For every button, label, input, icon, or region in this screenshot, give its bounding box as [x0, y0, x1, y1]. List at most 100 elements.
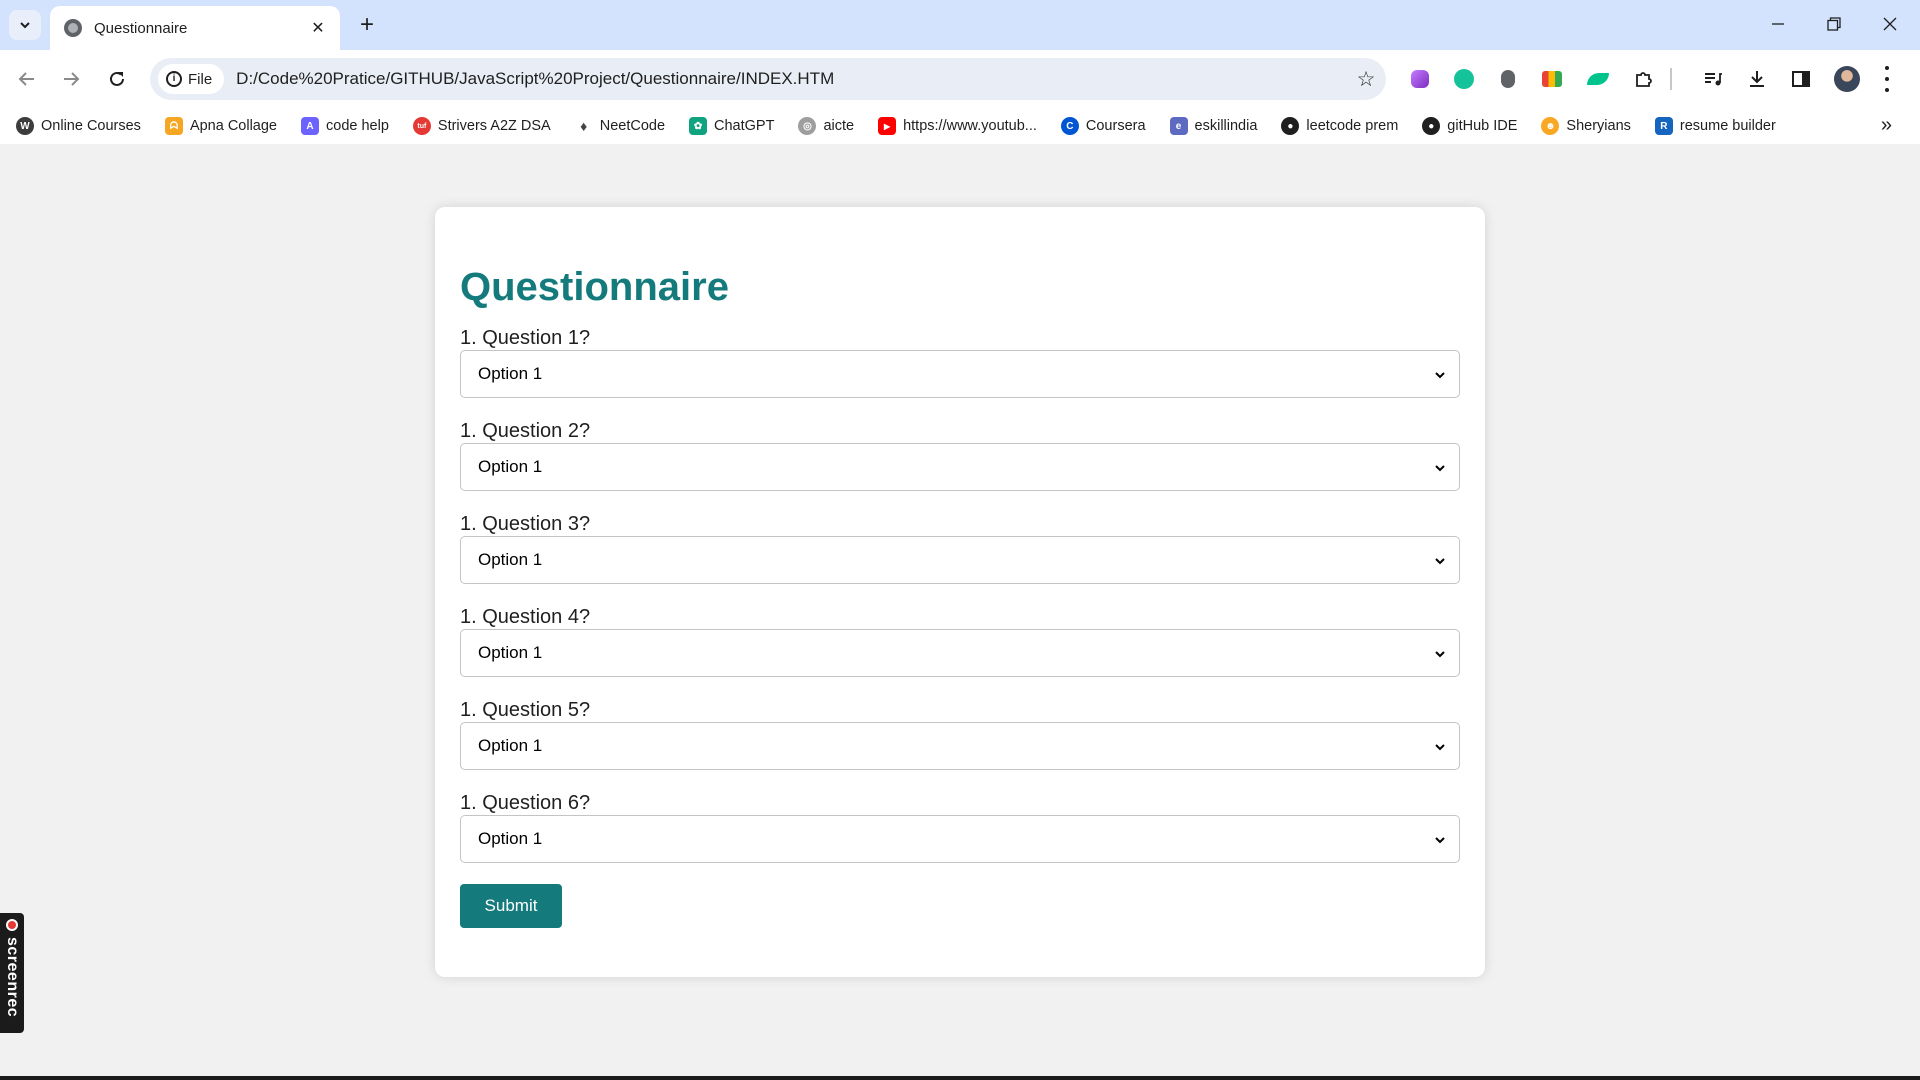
screenrec-widget[interactable]: screenrec	[0, 913, 24, 1033]
bookmark-chatgpt[interactable]: ✿ ChatGPT	[689, 117, 774, 135]
chevron-down-icon	[1435, 558, 1445, 565]
chevron-down-icon	[1435, 744, 1445, 751]
chevron-down-icon	[1435, 465, 1445, 472]
bookmark-coursera[interactable]: C Coursera	[1060, 117, 1146, 135]
reload-button[interactable]	[102, 64, 132, 94]
bookmark-star-icon[interactable]: ☆	[1346, 67, 1386, 92]
chevron-down-icon	[1435, 837, 1445, 844]
resume-icon: R	[1654, 117, 1673, 135]
url-text[interactable]: D:/Code%20Pratice/GITHUB/JavaScript%20Pr…	[236, 69, 1346, 89]
chevron-down-icon	[20, 22, 30, 29]
bookmark-label: leetcode prem	[1306, 118, 1399, 134]
bookmark-label: Coursera	[1085, 118, 1146, 134]
bookmark-code-help[interactable]: Acode help	[301, 117, 389, 135]
apna-icon: ᗣ	[164, 117, 183, 135]
download-icon[interactable]	[1746, 68, 1768, 90]
bookmark-aicte[interactable]: ◎ aicte	[798, 117, 854, 135]
bookmarks-bar: W Online Courses ᗣ Apna Collage Acode help…	[0, 108, 1920, 144]
bookmark-label: NeetCode	[599, 118, 666, 134]
bookmark-eskillindia[interactable]: e eskillindia	[1169, 117, 1258, 135]
bookmark-leetcode-prem[interactable]: ● leetcode prem	[1281, 117, 1398, 135]
question-block: 1. Question 5? Option 1	[460, 698, 1460, 770]
extension-purple-icon[interactable]	[1409, 68, 1431, 90]
bookmark-label: gitHub IDE	[1447, 118, 1518, 134]
back-button[interactable]	[12, 64, 42, 94]
question-block: 1. Question 3? Option 1	[460, 512, 1460, 584]
bookmark-sheryians[interactable]: ☻ Sheryians	[1541, 117, 1631, 135]
grammarly-icon[interactable]	[1453, 68, 1475, 90]
question-label: 1. Question 5?	[460, 699, 591, 721]
questionnaire-card: Questionnaire 1. Question 1? Option 1 1.…	[435, 207, 1485, 977]
profile-avatar[interactable]	[1834, 66, 1860, 92]
question-block: 1. Question 2? Option 1	[460, 419, 1460, 491]
bookmark-github-ide[interactable]: ● gitHub IDE	[1422, 117, 1517, 135]
bookmark-resume-builder[interactable]: Rresume builder	[1654, 117, 1776, 135]
info-icon: i	[166, 71, 182, 87]
coursera-icon: C	[1060, 117, 1079, 135]
bookmark-label: Sheryians	[1566, 118, 1631, 134]
restore-icon	[1827, 17, 1841, 31]
page-viewport: Questionnaire 1. Question 1? Option 1 1.…	[0, 144, 1920, 1076]
rocket-icon: ♦	[574, 117, 593, 135]
bookmark-strivers[interactable]: tuf Strivers A2Z DSA	[412, 117, 551, 135]
wordpress-icon: W	[16, 117, 34, 135]
bookmark-apna-collage[interactable]: ᗣ Apna Collage	[164, 117, 278, 135]
restore-button[interactable]	[1814, 8, 1854, 40]
bookmark-label: Apna Collage	[189, 118, 278, 134]
question-1-select[interactable]: Option 1	[460, 350, 1460, 398]
bookmark-label: eskillindia	[1194, 118, 1258, 134]
close-icon	[1883, 17, 1897, 31]
tuf-icon: tuf	[412, 117, 431, 135]
bookmark-label: resume builder	[1679, 118, 1776, 134]
github-icon: ●	[1281, 117, 1300, 135]
minimize-icon	[1772, 23, 1784, 25]
select-value: Option 1	[478, 643, 543, 662]
question-block: 1. Question 1? Option 1	[460, 326, 1460, 398]
question-6-select[interactable]: Option 1	[460, 815, 1460, 863]
bookmarks-overflow-icon[interactable]: »	[1881, 114, 1892, 137]
question-4-select[interactable]: Option 1	[460, 629, 1460, 677]
select-value: Option 1	[478, 736, 543, 755]
select-value: Option 1	[478, 364, 543, 383]
bookmark-neetcode[interactable]: ♦ NeetCode	[574, 117, 666, 135]
bookmark-label: code help	[326, 118, 389, 134]
record-dot-icon	[6, 919, 18, 931]
question-5-select[interactable]: Option 1	[460, 722, 1460, 770]
github-icon: ●	[1422, 117, 1441, 135]
youtube-icon: ▶	[878, 117, 897, 135]
address-bar[interactable]: i File D:/Code%20Pratice/GITHUB/JavaScri…	[150, 58, 1386, 100]
sidebar-icon	[1792, 71, 1810, 87]
minimize-button[interactable]	[1758, 8, 1798, 40]
extensions-puzzle-icon[interactable]	[1633, 68, 1655, 90]
tab-title: Questionnaire	[94, 19, 188, 37]
leaf-icon[interactable]	[1587, 68, 1609, 90]
question-3-select[interactable]: Option 1	[460, 536, 1460, 584]
menu-kebab-icon[interactable]	[1882, 66, 1892, 92]
question-label: 1. Question 1?	[460, 327, 591, 349]
color-picker-icon[interactable]	[1541, 68, 1563, 90]
tab-questionnaire[interactable]: Questionnaire ✕	[50, 6, 340, 50]
site-info-chip[interactable]: i File	[158, 64, 225, 94]
aicte-icon: ◎	[798, 117, 817, 135]
site-info-label: File	[188, 70, 213, 88]
select-value: Option 1	[478, 550, 543, 569]
question-label: 1. Question 3?	[460, 513, 591, 535]
question-2-select[interactable]: Option 1	[460, 443, 1460, 491]
side-panel-icon[interactable]	[1790, 68, 1812, 90]
select-value: Option 1	[478, 829, 543, 848]
submit-button[interactable]: Submit	[460, 884, 562, 928]
arrow-right-icon	[64, 72, 80, 86]
media-control-icon[interactable]	[1702, 68, 1724, 90]
question-label: 1. Question 2?	[460, 420, 591, 442]
bookmark-youtube[interactable]: ▶ https://www.youtub...	[878, 117, 1037, 135]
bug-icon[interactable]	[1497, 68, 1519, 90]
bookmark-label: Online Courses	[41, 118, 141, 134]
tab-search-button[interactable]	[9, 10, 41, 40]
forward-button[interactable]	[56, 64, 86, 94]
toolbar-divider	[1670, 68, 1672, 90]
close-tab-icon[interactable]: ✕	[308, 18, 328, 38]
window-close-button[interactable]	[1870, 8, 1910, 40]
puzzle-icon	[1636, 72, 1652, 87]
bookmark-online-courses[interactable]: W Online Courses	[16, 117, 141, 135]
new-tab-button[interactable]: +	[352, 10, 382, 40]
